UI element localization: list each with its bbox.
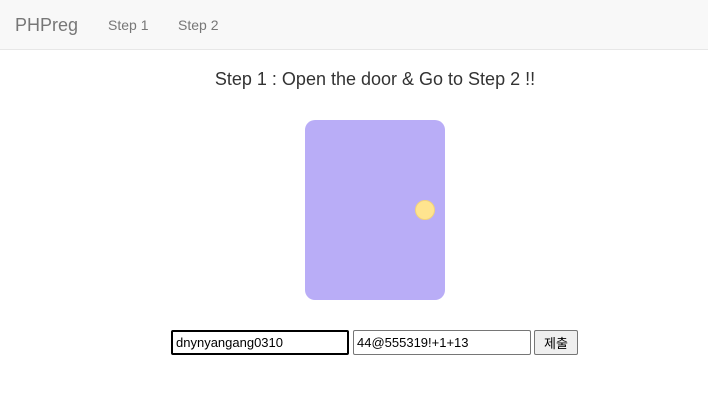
door[interactable] [305, 120, 445, 300]
page-title: Step 1 : Open the door & Go to Step 2 !! [214, 69, 536, 89]
navbar: PHPreg Step 1 Step 2 [0, 0, 708, 50]
nav-link-step-1[interactable]: Step 1 [108, 17, 148, 33]
password-input[interactable] [353, 330, 531, 355]
door-knob[interactable] [415, 200, 435, 220]
brand-link[interactable]: PHPreg [15, 14, 78, 36]
id-input[interactable] [171, 330, 349, 355]
submit-button[interactable]: 제출 [534, 330, 578, 355]
nav-link-step-2[interactable]: Step 2 [178, 17, 218, 33]
